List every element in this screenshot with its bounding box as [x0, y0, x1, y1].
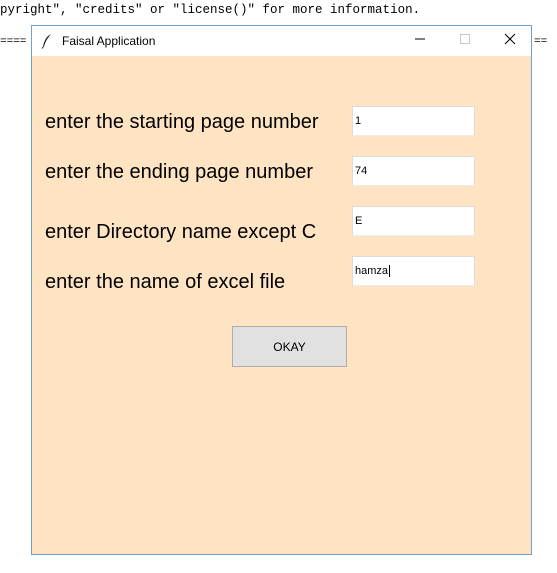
minimize-button[interactable] — [397, 26, 442, 56]
end-page-label: enter the ending page number — [45, 161, 313, 183]
console-output-line: pyright", "credits" or "license()" for m… — [0, 3, 421, 17]
directory-label: enter Directory name except C — [45, 221, 317, 243]
excel-file-label: enter the name of excel file — [45, 271, 286, 293]
end-page-value: 74 — [355, 165, 368, 177]
form-area: enter the starting page number 1 enter t… — [32, 56, 531, 554]
minimize-icon — [414, 32, 426, 50]
directory-input[interactable]: E — [352, 206, 475, 236]
feather-icon — [41, 33, 53, 49]
window-title: Faisal Application — [62, 34, 156, 48]
console-rule-right: == — [534, 36, 548, 48]
app-window: Faisal Application enter the starting pa… — [31, 25, 532, 555]
directory-value: E — [355, 215, 363, 227]
start-page-value: 1 — [355, 115, 362, 127]
close-icon — [504, 32, 516, 50]
close-button[interactable] — [487, 26, 532, 56]
okay-button[interactable]: OKAY — [232, 326, 347, 367]
title-bar[interactable]: Faisal Application — [32, 26, 531, 56]
excel-file-value: hamza — [355, 265, 389, 277]
console-rule-left: ==== — [0, 36, 27, 48]
end-page-input[interactable]: 74 — [352, 156, 475, 186]
excel-file-value-wrap: hamza — [355, 265, 391, 278]
text-caret — [389, 265, 391, 278]
maximize-button[interactable] — [442, 26, 487, 56]
excel-file-input[interactable]: hamza — [352, 256, 475, 286]
start-page-input[interactable]: 1 — [352, 106, 475, 136]
maximize-icon — [459, 32, 471, 50]
start-page-label: enter the starting page number — [45, 111, 319, 133]
